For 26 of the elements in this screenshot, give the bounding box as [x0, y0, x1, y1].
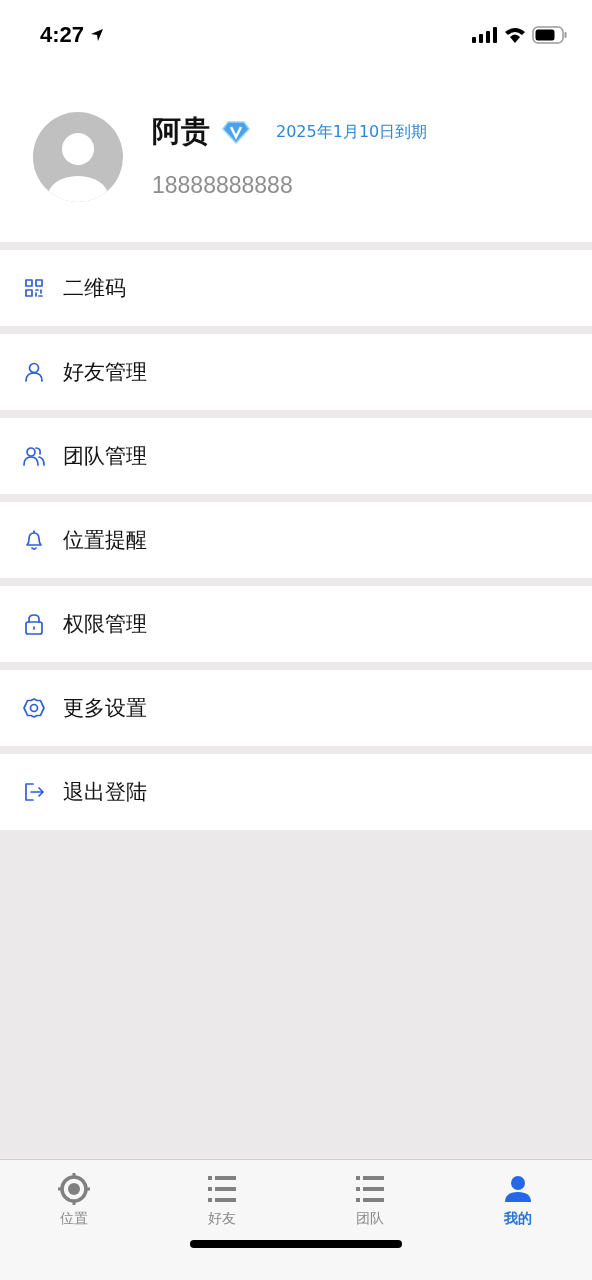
menu-item[interactable]: 更多设置 [0, 670, 592, 746]
settings-icon [23, 697, 45, 719]
menu-item[interactable]: 退出登陆 [0, 754, 592, 830]
lock-icon [23, 613, 45, 635]
phone-number: 18888888888 [152, 172, 294, 199]
person-icon [23, 361, 45, 383]
menu-item[interactable]: 位置提醒 [0, 502, 592, 578]
menu-item[interactable]: 二维码 [0, 250, 592, 326]
menu-item[interactable]: 好友管理 [0, 334, 592, 410]
status-time: 4:27 [40, 22, 85, 48]
wifi-icon [504, 27, 526, 43]
tab-item[interactable]: 好友 [148, 1160, 296, 1240]
logout-icon [23, 781, 45, 803]
target-icon [57, 1172, 91, 1206]
signal-icon [472, 27, 498, 43]
qr-code-icon [23, 277, 45, 299]
menu-item[interactable]: 团队管理 [0, 418, 592, 494]
menu-item[interactable]: 权限管理 [0, 586, 592, 662]
people-icon [23, 445, 45, 467]
user-name: 阿贵 [152, 113, 210, 150]
tab-item[interactable]: 团队 [296, 1160, 444, 1240]
expiry-date: 2025年1月10日到期 [276, 121, 428, 143]
battery-icon [532, 26, 568, 44]
location-arrow-icon [90, 28, 105, 42]
tab-item[interactable]: 我的 [444, 1160, 592, 1240]
bell-icon [23, 529, 45, 551]
